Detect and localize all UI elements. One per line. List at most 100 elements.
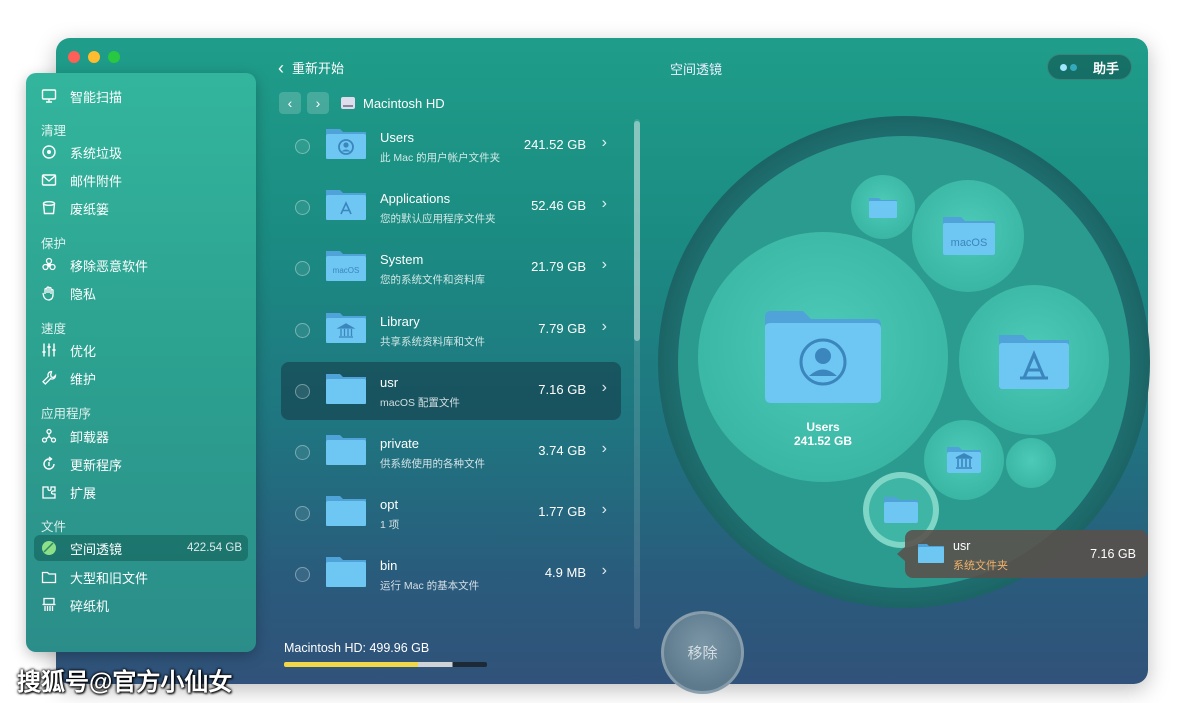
section-heading-cleanup: 清理 [41,124,67,138]
row-size: 52.46 GB [531,198,586,214]
sidebar: 智能扫描 清理 系统垃圾 邮件附件 废纸篓 保护 移除恶意软件 隐私 速度 优化… [26,73,256,652]
bubble-users-name: Users [806,420,840,434]
file-row-library[interactable]: Library 共享系统资料库和文件 7.79 GB › [281,301,621,359]
sidebar-item-trash[interactable]: 废纸篓 [40,197,246,219]
applications-folder-icon [999,335,1069,389]
chevron-right-icon[interactable]: › [602,318,607,336]
row-description: macOS 配置文件 [380,396,460,409]
disk-usage-fill [284,662,487,667]
disc-icon [40,143,58,161]
folder-icon: macOS [326,251,366,282]
sidebar-item-label: 维护 [70,371,97,387]
chevron-right-icon[interactable]: › [602,440,607,458]
chevron-right-icon[interactable]: › [602,562,607,580]
row-checkbox[interactable] [295,200,310,216]
chevron-right-icon[interactable]: › [602,379,607,397]
row-checkbox[interactable] [295,567,310,583]
sidebar-item-malware-removal[interactable]: 移除恶意软件 [40,254,246,276]
bubble-folder-small[interactable] [851,175,915,239]
folder-icon [326,190,366,221]
row-name: private [380,436,420,451]
sidebar-item-large-old-files[interactable]: 大型和旧文件 [40,566,246,588]
row-checkbox[interactable] [295,139,310,154]
sidebar-item-label: 邮件附件 [70,173,123,189]
row-size: 7.79 GB [538,320,586,336]
sidebar-item-updater[interactable]: 更新程序 [40,453,246,475]
sidebar-item-optimization[interactable]: 优化 [40,339,246,361]
bubble-applications[interactable] [959,285,1109,435]
row-description: 1 项 [380,519,400,532]
current-location: Macintosh HD [363,95,445,111]
sidebar-item-label: 大型和旧文件 [70,570,149,586]
bubble-other[interactable] [1006,438,1056,488]
row-description: 供系统使用的各种文件 [380,458,485,470]
bubble-users-label: Users 241.52 GB [698,420,948,448]
row-checkbox[interactable] [295,261,310,277]
space-lens-size: 422.54 GB [187,542,242,554]
scrollbar-thumb[interactable] [634,121,640,341]
file-row-sbin[interactable]: sbin [281,607,621,619]
user-folder-icon [765,311,881,403]
sidebar-item-maintenance[interactable]: 维护 [40,367,246,389]
back-button[interactable]: ‹ [279,92,301,114]
assistant-button[interactable]: 助手 [1046,54,1132,80]
chevron-right-icon[interactable]: › [602,195,607,213]
folder-icon [884,497,918,523]
row-checkbox[interactable] [295,445,310,460]
sidebar-item-extensions[interactable]: 扩展 [40,481,246,503]
row-size: 241.52 GB [523,137,586,152]
row-size: 1.77 GB [538,504,586,520]
updater-icon [40,455,58,473]
row-name: usr [380,374,399,390]
file-row-users[interactable]: Users 此 Mac 的用户帐户文件夹 241.52 GB › [281,117,621,175]
sidebar-item-label: 移除恶意软件 [70,258,149,274]
file-row-applications[interactable]: Applications 您的默认应用程序文件夹 52.46 GB › [281,178,621,236]
macos-folder-icon [943,217,995,255]
chevron-right-icon[interactable]: › [602,256,607,274]
row-name: Library [380,313,420,329]
chevron-right-icon[interactable]: › [602,501,607,519]
folder-icon [918,544,944,563]
row-checkbox[interactable] [295,322,310,338]
file-row-usr[interactable]: usr macOS 配置文件 7.16 GB › [281,361,621,420]
disk-capacity-label: Macintosh HD: 499.96 GB [284,641,430,655]
sidebar-item-privacy[interactable]: 隐私 [40,282,246,304]
row-description: 您的默认应用程序文件夹 [380,213,496,226]
sidebar-item-mail-attachments[interactable]: 邮件附件 [40,169,246,191]
shredder-icon [40,596,58,614]
remove-button[interactable]: 移除 [661,611,744,694]
bubble-library[interactable] [924,420,1004,500]
tooltip-name: usr [953,539,971,553]
bubble-system[interactable]: macOS [912,180,1024,292]
file-row-opt[interactable]: opt 1 项 1.77 GB › [281,484,621,542]
chevron-right-icon[interactable]: › [602,134,607,152]
sidebar-item-shredder[interactable]: 碎纸机 [40,594,246,616]
watermark: 搜狐号@官方小仙女 [17,669,233,696]
file-row-system[interactable]: macOS System 您的系统文件和资料库 21.79 GB › [281,239,621,297]
row-name: System [380,252,424,268]
row-checkbox[interactable] [295,506,310,522]
sidebar-item-system-junk[interactable]: 系统垃圾 [40,141,246,163]
assistant-label: 助手 [1092,60,1119,76]
folder-icon [326,557,366,588]
folder-icon [325,616,367,619]
sidebar-item-label: 更新程序 [70,457,123,473]
trash-icon [40,199,58,217]
disk-usage-bar [284,662,487,667]
file-row-private[interactable]: private 供系统使用的各种文件 3.74 GB › [281,423,621,481]
forward-button[interactable]: › [307,92,329,114]
sidebar-item-label: 优化 [70,343,97,359]
path-bar: ‹ › Macintosh HD [279,92,445,114]
sidebar-item-uninstaller[interactable]: 卸载器 [40,425,246,447]
tooltip-subtitle: 系统文件夹 [953,560,1008,572]
chevron-left-icon: ‹ [287,95,293,111]
file-row-bin[interactable]: bin 运行 Mac 的基本文件 4.9 MB › [281,545,621,603]
sidebar-item-space-lens[interactable]: 空间透镜 422.54 GB [34,535,248,561]
chevron-right-icon: › [315,95,321,111]
uninstaller-icon [40,427,58,445]
bubble-tooltip: usr 系统文件夹 7.16 GB [897,530,1148,578]
section-heading-speed: 速度 [41,322,67,336]
sidebar-item-smart-scan[interactable]: 智能扫描 [40,85,246,107]
row-checkbox[interactable] [295,383,310,399]
row-description: 共享系统资料库和文件 [380,335,485,348]
